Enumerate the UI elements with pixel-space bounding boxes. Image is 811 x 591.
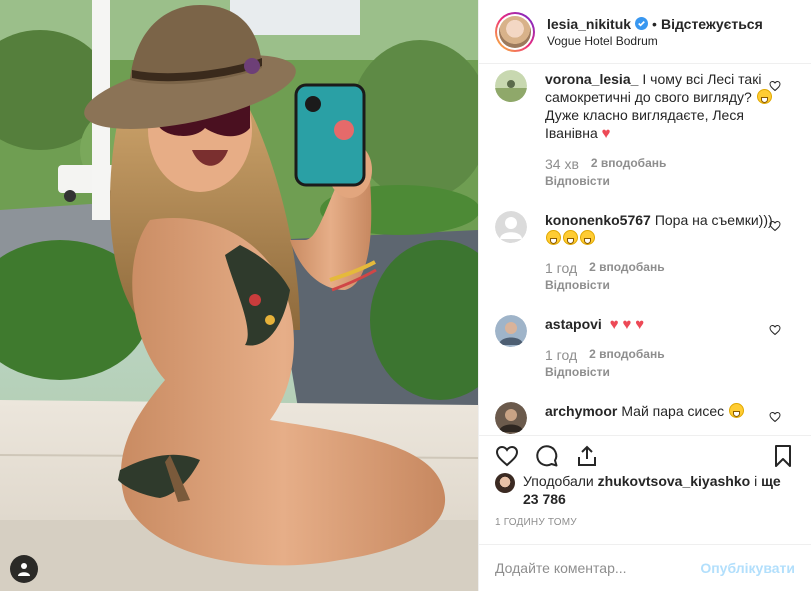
commenter-avatar[interactable] [495,402,527,434]
likes-prefix: Уподобали [523,473,594,489]
liker-username[interactable]: zhukovtsova_kiyashko [598,473,751,489]
grinning-emoji-icon [546,230,561,245]
comment-likes[interactable]: 2 вподобань [589,347,664,363]
add-comment-bar: Опублікувати [479,544,811,591]
post-time-ago[interactable]: 1 ГОДИНУ ТОМУ [495,517,577,528]
post-location[interactable]: Vogue Hotel Bodrum [547,34,763,48]
comment-body: kononenko5767 Пора на съемки))) 1 год 2 в… [545,211,775,292]
comment-time[interactable]: 34 хв [545,156,579,172]
comment-meta: 1 год 2 вподобань [545,347,775,363]
likes-summary: Уподобали zhukovtsova_kiyashko і ще 23 7… [495,472,795,508]
comment-username[interactable]: astapovi [545,316,602,332]
comment-text: vorona_lesia_ І чому всі Лесі такі самокр… [545,70,775,143]
comment-item: astapovi ♥ ♥ ♥ 1 год 2 вподобань Відпові… [495,292,795,379]
comment-username[interactable]: archymoor [545,403,617,419]
author-username[interactable]: lesia_nikituk [547,16,631,32]
comment-meta: 1 год 2 вподобань [545,260,775,276]
red-heart-emoji-icon: ♥ [609,316,619,333]
commenter-avatar[interactable] [495,70,527,102]
post-photo[interactable] [0,0,478,591]
post-header: lesia_nikituk • Відстежується Vogue Hote… [479,0,811,64]
comment-body: vorona_lesia_ І чому всі Лесі такі самокр… [545,70,775,188]
likes-text: Уподобали zhukovtsova_kiyashko і ще 23 7… [523,472,795,508]
comment-body: archymoor Май пара сисес [545,402,775,434]
author-avatar[interactable] [495,11,535,52]
comment-likes[interactable]: 2 вподобань [591,156,666,172]
following-button[interactable]: Відстежується [661,16,763,32]
photo-illustration [0,0,478,591]
header-top-row: lesia_nikituk • Відстежується [547,16,763,32]
comment-body: astapovi ♥ ♥ ♥ 1 год 2 вподобань Відпові… [545,315,775,379]
post-side-panel: lesia_nikituk • Відстежується Vogue Hote… [478,0,811,591]
grinning-emoji-icon [563,230,578,245]
comment-text: kononenko5767 Пора на съемки))) [545,211,775,247]
commenter-avatar[interactable] [495,315,527,347]
comment-item: kononenko5767 Пора на съемки))) 1 год 2 в… [495,188,795,292]
comment-meta: 34 хв 2 вподобань [545,156,775,172]
user-tag-button[interactable] [10,555,38,583]
comment-time[interactable]: 1 год [545,347,577,363]
comment-likes[interactable]: 2 вподобань [589,260,664,276]
bookmark-icon[interactable] [771,444,795,468]
comment-text-part: Пора на съемки))) [654,212,773,228]
comment-like-heart-icon[interactable] [769,411,781,423]
red-heart-emoji-icon: ♥ [635,316,645,333]
header-text: lesia_nikituk • Відстежується Vogue Hote… [547,16,763,48]
comment-item: vorona_lesia_ І чому всі Лесі такі самокр… [495,64,795,188]
grinning-emoji-icon [580,230,595,245]
share-icon[interactable] [575,444,599,468]
comment-text: archymoor Май пара сисес [545,402,775,420]
comment-text-part: Май пара сисес [621,403,725,419]
grinning-emoji-icon [729,403,745,418]
comment-like-heart-icon[interactable] [769,324,781,336]
liker-avatar[interactable] [495,473,515,493]
red-heart-emoji-icon: ♥ [601,125,611,142]
like-heart-icon[interactable] [495,444,519,468]
comment-item: archymoor Май пара сисес [495,379,795,434]
comments-list[interactable]: vorona_lesia_ І чому всі Лесі такі самокр… [479,64,811,435]
header-separator: • [652,15,657,32]
comment-reply-button[interactable]: Відповісти [545,174,775,188]
comment-time[interactable]: 1 год [545,260,577,276]
comment-username[interactable]: vorona_lesia_ [545,71,638,87]
verified-badge-icon [635,17,649,30]
red-heart-emoji-icon: ♥ [622,316,632,333]
commenter-avatar[interactable] [495,211,527,243]
author-avatar-image [499,15,531,48]
comment-reply-button[interactable]: Відповісти [545,278,775,292]
comment-like-heart-icon[interactable] [769,80,781,92]
comment-text: astapovi ♥ ♥ ♥ [545,315,775,334]
comment-like-heart-icon[interactable] [769,220,781,232]
comment-input[interactable] [495,560,701,576]
comment-text-part: Дуже класно виглядаєте, Леся Іванівна [545,107,744,141]
comment-reply-button[interactable]: Відповісти [545,365,775,379]
author-avatar-border [497,13,533,50]
publish-comment-button[interactable]: Опублікувати [700,560,795,576]
comment-bubble-icon[interactable] [535,444,559,468]
user-tag-icon [18,563,30,576]
post-actions [479,435,811,475]
comment-username[interactable]: kononenko5767 [545,212,651,228]
likes-middle: і [754,473,758,489]
